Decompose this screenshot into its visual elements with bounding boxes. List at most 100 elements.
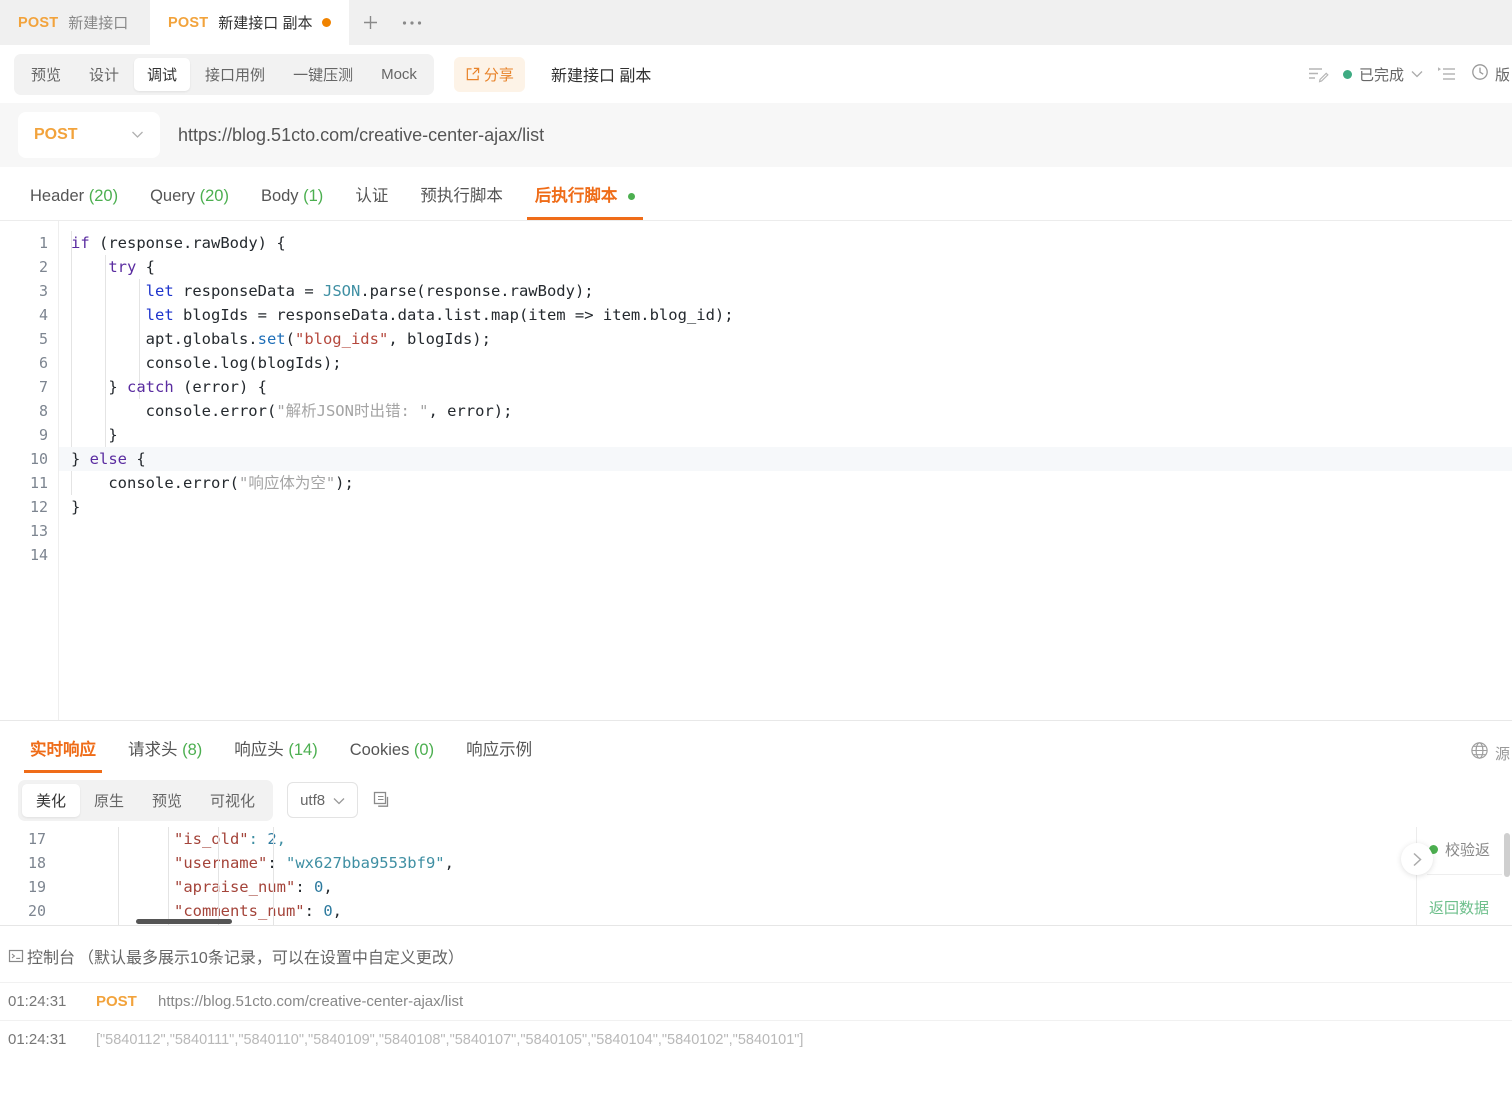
- tab-label: 后执行脚本: [535, 187, 618, 205]
- code-line: if (response.rawBody) {: [59, 231, 1512, 255]
- editor-line-number-gutter: 1 2 3 4 5 6 7 8 9 10 11 12 13 14: [0, 221, 58, 720]
- tab-bar-filler: [433, 0, 1512, 45]
- indent-guide: [218, 827, 219, 925]
- tab-auth[interactable]: 认证: [339, 172, 404, 220]
- request-tab-2[interactable]: POST 新建接口 副本: [150, 0, 349, 45]
- tab-label: 请求头: [128, 741, 178, 759]
- version-history-button[interactable]: 版: [1471, 63, 1510, 85]
- tab-response-examples[interactable]: 响应示例: [450, 726, 548, 773]
- share-button[interactable]: 分享: [454, 57, 525, 92]
- mode-design[interactable]: 设计: [76, 58, 132, 91]
- mode-preview[interactable]: 预览: [18, 58, 74, 91]
- format-preview[interactable]: 预览: [138, 784, 196, 817]
- url-bar-container: POST: [0, 103, 1512, 167]
- tab-cookies[interactable]: Cookies (0): [334, 731, 450, 773]
- tab-bar: POST 新建接口 POST 新建接口 副本: [0, 0, 1512, 45]
- code-line: } else {: [59, 447, 1512, 471]
- tab-body[interactable]: Body (1): [245, 177, 339, 220]
- log-timestamp: 01:24:31: [8, 993, 96, 1010]
- tab-query[interactable]: Query (20): [134, 177, 245, 220]
- response-body-viewer[interactable]: 17 18 19 20 "is_old": 2, "username": "wx…: [0, 827, 1512, 925]
- line-number: 11: [0, 471, 48, 495]
- mode-debug[interactable]: 调试: [134, 58, 190, 91]
- code-line: console.log(blogIds);: [59, 351, 1512, 375]
- line-number: 17: [0, 827, 46, 851]
- json-line: "comments_num": 0,: [58, 899, 1512, 923]
- tab-count: (1): [303, 187, 323, 205]
- line-number: 13: [0, 519, 48, 543]
- request-tab-1[interactable]: POST 新建接口: [0, 0, 150, 45]
- code-line: let responseData = JSON.parse(response.r…: [59, 279, 1512, 303]
- tab-header[interactable]: Header (20): [14, 177, 134, 220]
- code-line: }: [59, 495, 1512, 519]
- tab-label: Body: [261, 187, 299, 205]
- log-method: POST: [96, 993, 158, 1010]
- format-beautify[interactable]: 美化: [22, 784, 80, 817]
- code-line: apt.globals.set("blog_ids", blogIds);: [59, 327, 1512, 351]
- encoding-select[interactable]: utf8: [287, 782, 358, 818]
- indent-guide: [273, 827, 274, 925]
- url-input[interactable]: [178, 125, 1494, 146]
- console-log-row[interactable]: 01:24:31 ["5840112","5840111","5840110",…: [0, 1020, 1512, 1058]
- tab-realtime-response[interactable]: 实时响应: [14, 726, 112, 773]
- return-data-link[interactable]: 返回数据: [1417, 875, 1512, 918]
- code-line: console.error("响应体为空");: [59, 471, 1512, 495]
- line-number: 3: [0, 279, 48, 303]
- log-output-data: ["5840112","5840111","5840110","5840109"…: [96, 1032, 803, 1048]
- console-icon: [8, 948, 24, 964]
- line-number: 6: [0, 351, 48, 375]
- script-active-dot-icon: [628, 193, 635, 200]
- tab-request-headers[interactable]: 请求头 (8): [112, 726, 218, 773]
- share-icon: [465, 67, 480, 82]
- console-log-row[interactable]: 01:24:31 POST https://blog.51cto.com/cre…: [0, 982, 1512, 1020]
- list-view-icon[interactable]: [1437, 65, 1457, 83]
- status-badge[interactable]: 已完成: [1343, 64, 1423, 85]
- console-header: 控制台 （默认最多展示10条记录，可以在设置中自定义更改）: [0, 926, 1512, 982]
- url-bar: POST: [18, 112, 1494, 158]
- tab-pre-script[interactable]: 预执行脚本: [404, 172, 519, 220]
- status-label: 已完成: [1359, 64, 1404, 85]
- tab-title: 新建接口 副本: [218, 12, 312, 33]
- line-number: 2: [0, 255, 48, 279]
- tab-post-script[interactable]: 后执行脚本: [519, 172, 651, 220]
- line-number: 20: [0, 899, 46, 923]
- editor-code-area[interactable]: if (response.rawBody) { try { let respon…: [58, 221, 1512, 720]
- chevron-right-icon[interactable]: [1401, 843, 1433, 875]
- new-tab-button[interactable]: [349, 0, 391, 45]
- horizontal-scrollbar[interactable]: [136, 919, 232, 924]
- mode-mock[interactable]: Mock: [368, 60, 430, 89]
- page-title: 新建接口 副本: [551, 62, 651, 86]
- chevron-down-icon: [333, 792, 345, 809]
- tab-count: (14): [288, 741, 317, 759]
- chevron-down-icon: [131, 128, 144, 142]
- vertical-scrollbar[interactable]: [1504, 833, 1510, 877]
- request-section-tabs: Header (20) Query (20) Body (1) 认证 预执行脚本…: [0, 167, 1512, 221]
- tab-response-headers[interactable]: 响应头 (14): [218, 726, 333, 773]
- format-visualize[interactable]: 可视化: [196, 784, 269, 817]
- code-line: }: [59, 423, 1512, 447]
- tab-label: 响应示例: [466, 741, 532, 759]
- copy-icon[interactable]: [372, 790, 392, 810]
- mode-testcases[interactable]: 接口用例: [192, 58, 278, 91]
- edit-note-icon[interactable]: [1307, 64, 1329, 84]
- globe-icon[interactable]: [1470, 741, 1489, 765]
- http-method-select[interactable]: POST: [18, 112, 160, 158]
- json-line: "apraise_num": 0,: [58, 875, 1512, 899]
- indent-guide: [168, 827, 169, 925]
- console-hint: （默认最多展示10条记录，可以在设置中自定义更改）: [78, 944, 464, 968]
- format-segmented-control: 美化 原生 预览 可视化: [18, 780, 273, 821]
- response-panel: 实时响应 请求头 (8) 响应头 (14) Cookies (0) 响应示例: [0, 720, 1512, 925]
- response-line-number-gutter: 17 18 19 20: [0, 827, 58, 925]
- format-raw[interactable]: 原生: [80, 784, 138, 817]
- tab-label: Cookies: [350, 741, 410, 759]
- console-panel: 控制台 （默认最多展示10条记录，可以在设置中自定义更改） 01:24:31 P…: [0, 925, 1512, 1100]
- tab-count: (0): [414, 741, 434, 759]
- tab-overflow-menu-button[interactable]: [391, 0, 433, 45]
- tab-method-label: POST: [18, 15, 58, 31]
- mode-stress-test[interactable]: 一键压测: [280, 58, 366, 91]
- line-number: 7: [0, 375, 48, 399]
- tab-count: (20): [200, 187, 229, 205]
- console-title: 控制台: [27, 944, 75, 968]
- script-code-editor[interactable]: 1 2 3 4 5 6 7 8 9 10 11 12 13 14 if (res…: [0, 221, 1512, 720]
- line-number: 5: [0, 327, 48, 351]
